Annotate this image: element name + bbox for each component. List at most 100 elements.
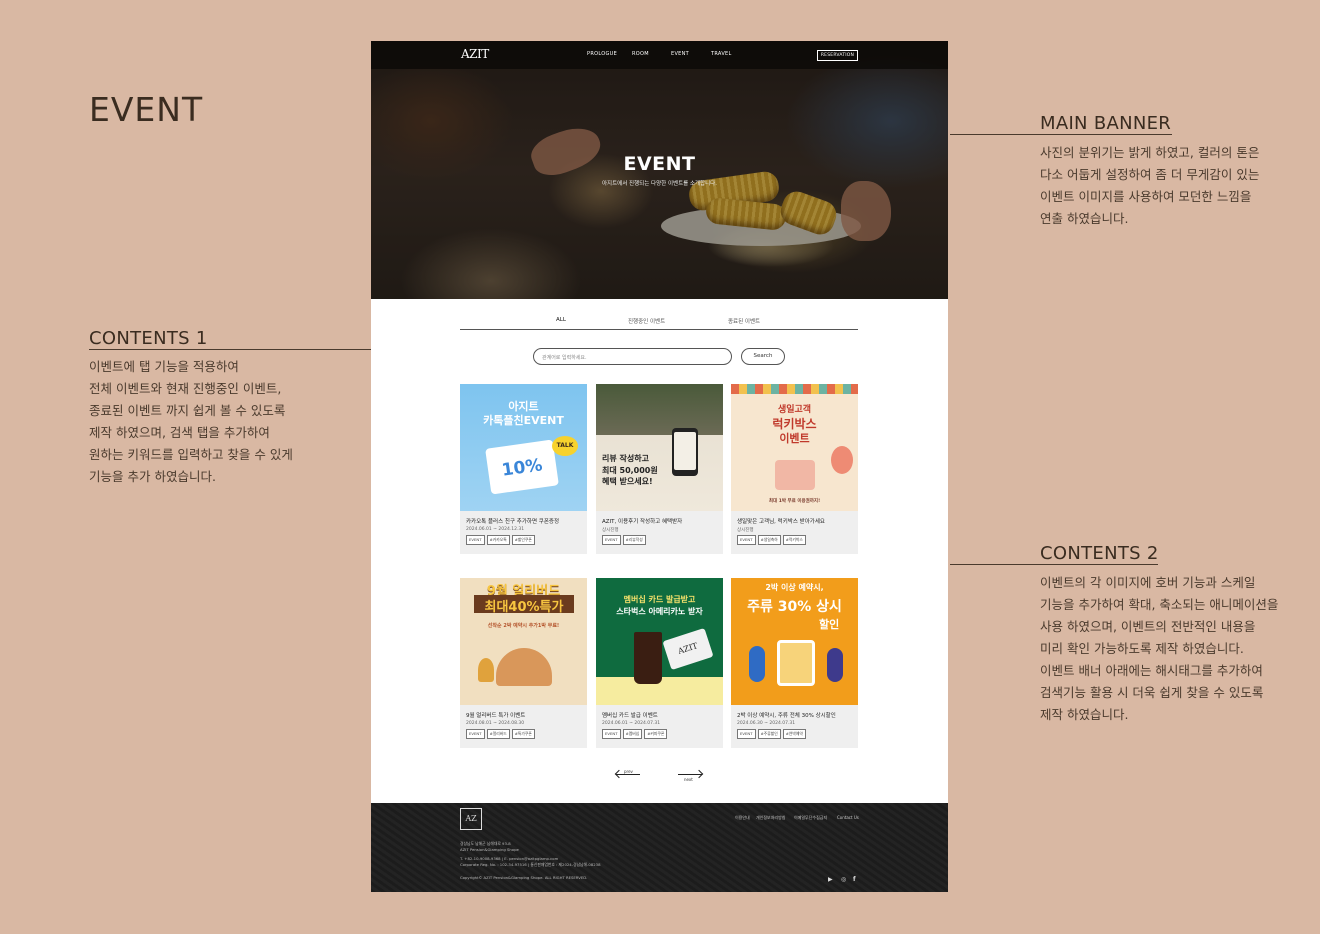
card-image-text: 혜택 받으세요! — [602, 477, 653, 486]
hashtag[interactable]: #럭키박스 — [782, 535, 806, 545]
site-logo[interactable]: AZIT — [461, 47, 489, 61]
event-card-tags: EVENT #생일축하 #럭키박스 — [737, 535, 806, 545]
event-card-title: 카카오톡 플러스 친구 추가하면 쿠폰증정 — [466, 519, 560, 525]
event-card-image: 생일고객 럭키박스 이벤트 최대 1박 무료 이용권까지! — [731, 384, 858, 511]
footer-link-privacy[interactable]: 개인정보처리방침 — [756, 815, 785, 821]
tent-image — [496, 648, 552, 686]
hashtag[interactable]: #주류할인 — [757, 729, 781, 739]
card-image-text: 최대 1박 무료 이용권까지! — [768, 499, 821, 504]
hashtag[interactable]: #연박예약 — [782, 729, 806, 739]
card-image-text: 최대 50,000원 — [602, 466, 658, 475]
membership-card-image: AZIT — [662, 627, 714, 671]
event-card-tags: EVENT #카카오톡 #할인쿠폰 — [466, 535, 535, 545]
note-title-contents-2: CONTENTS 2 — [1040, 543, 1159, 564]
hashtag[interactable]: #얼리버드 — [486, 729, 510, 739]
event-card-image: 아지트 카톡플친EVENT 10% TALK — [460, 384, 587, 511]
event-card-tags: EVENT #리뷰작성 — [602, 535, 646, 545]
footer-link-contact[interactable]: Contact Us — [837, 815, 859, 820]
hashtag[interactable]: EVENT — [737, 535, 756, 545]
event-card-title: 2박 이상 예약시, 주류 전체 30% 상시할인 — [737, 713, 836, 719]
event-card-date: 상시진행 — [602, 528, 619, 533]
talk-badge: TALK — [552, 436, 578, 456]
event-card-title: AZIT, 이용후기 작성하고 혜택받자 — [602, 519, 683, 525]
site-footer: AZ 이용안내 개인정보처리방침 이메일무단수집금지 Contact Us 경상… — [371, 803, 948, 892]
price-banner: 최대40%특가 — [474, 595, 574, 615]
event-card-tags: EVENT #멤버십 #커피쿠폰 — [602, 729, 668, 739]
event-card[interactable]: 아지트 카톡플친EVENT 10% TALK 카카오톡 플러스 친구 추가하면 … — [460, 384, 587, 554]
card-image-text: 2박 이상 예약시, — [765, 583, 824, 592]
facebook-icon[interactable]: f — [853, 876, 856, 883]
hero-subtitle: 아지트에서 진행되는 다양한 이벤트를 소개합니다. — [601, 181, 717, 187]
nav-item-prologue[interactable]: PROLOGUE — [587, 51, 617, 57]
coupon-image: 10% — [485, 439, 559, 495]
hashtag[interactable]: #커피쿠폰 — [644, 729, 668, 739]
balloon-image — [831, 446, 853, 474]
hashtag[interactable]: EVENT — [602, 535, 621, 545]
event-card[interactable]: 9월 얼리버드 최대40%특가 선착순 2박 예약시 추가1박 무료! 9월 얼… — [460, 578, 587, 748]
footer-registration: Corporate Reg. No. : 102-34-97516 | 통신판매… — [460, 862, 601, 867]
event-card[interactable]: 리뷰 작성하고 최대 50,000원 혜택 받으세요! AZIT, 이용후기 작… — [596, 384, 723, 554]
tab-ended[interactable]: 종료된 이벤트 — [728, 317, 760, 325]
note-body-contents-1: 이벤트에 탭 기능을 적용하여 전체 이벤트와 현재 진행중인 이벤트, 종료된… — [89, 359, 293, 484]
card-image-text: 선착순 2박 예약시 추가1박 무료! — [487, 623, 560, 629]
event-card-title: 생일맞은 고객님, 럭키박스 받아가세요 — [737, 519, 825, 525]
event-card-image: 9월 얼리버드 최대40%특가 선착순 2박 예약시 추가1박 무료! — [460, 578, 587, 705]
footer-contact: T. +82-10-9008-9368 | E. pension@azitpgl… — [460, 856, 559, 861]
hashtag[interactable]: EVENT — [602, 729, 621, 739]
hashtag[interactable]: #생일축하 — [757, 535, 781, 545]
tree-image — [478, 658, 494, 682]
note-divider — [89, 349, 371, 350]
nav-item-room[interactable]: ROOM — [632, 51, 649, 57]
hashtag[interactable]: EVENT — [466, 729, 485, 739]
note-body-contents-2: 이벤트의 각 이미지에 호버 기능과 스케일 기능을 추가하여 확대, 축소되는… — [1040, 575, 1279, 722]
card-image-text: 멤버십 카드 발급받고 — [623, 595, 696, 604]
top-nav: AZIT PROLOGUE ROOM EVENT TRAVEL RESERVAT… — [371, 41, 948, 69]
page-heading: EVENT — [89, 90, 204, 129]
reservation-button[interactable]: RESERVATION — [817, 50, 858, 61]
hashtag[interactable]: #리뷰작성 — [622, 535, 646, 545]
hashtag[interactable]: #멤버십 — [622, 729, 643, 739]
hero-title: EVENT — [623, 153, 696, 175]
hashtag[interactable]: #특가쿠폰 — [511, 729, 535, 739]
note-divider — [950, 564, 1158, 565]
tab-ongoing[interactable]: 진행중인 이벤트 — [628, 317, 665, 325]
hashtag[interactable]: EVENT — [737, 729, 756, 739]
cake-image — [775, 460, 815, 490]
event-card[interactable]: 멤버십 카드 발급받고 스타벅스 아메리카노 받자 AZIT 멤버십 카드 발급… — [596, 578, 723, 748]
event-card-tags: EVENT #주류할인 #연박예약 — [737, 729, 806, 739]
phone-image — [672, 428, 698, 476]
footer-link-guide[interactable]: 이용안내 — [735, 815, 750, 821]
event-card-image: 리뷰 작성하고 최대 50,000원 혜택 받으세요! — [596, 384, 723, 511]
event-card[interactable]: 생일고객 럭키박스 이벤트 최대 1박 무료 이용권까지! 생일맞은 고객님, … — [731, 384, 858, 554]
card-image-text: 생일고객 — [777, 405, 812, 415]
youtube-icon[interactable]: ▶ — [828, 876, 833, 883]
event-card-date: 2024.06.30 ~ 2024.07.31 — [737, 721, 796, 726]
next-arrow-head-icon — [694, 769, 704, 779]
event-card-image: 멤버십 카드 발급받고 스타벅스 아메리카노 받자 AZIT — [596, 578, 723, 705]
search-button[interactable]: Search — [741, 348, 785, 365]
card-image-text: 할인 — [819, 618, 840, 631]
tab-all[interactable]: ALL — [556, 317, 566, 323]
nav-item-travel[interactable]: TRAVEL — [711, 51, 732, 57]
website-mockup: AZIT PROLOGUE ROOM EVENT TRAVEL RESERVAT… — [371, 41, 948, 892]
pager-next-label: next — [684, 777, 693, 782]
card-image-text: 최대40%특가 — [484, 600, 564, 615]
bunting-image — [731, 384, 858, 394]
event-card-title: 멤버십 카드 발급 이벤트 — [602, 713, 658, 719]
note-title-contents-1: CONTENTS 1 — [89, 328, 208, 349]
event-card-date: 상시진행 — [737, 528, 754, 533]
prev-arrow-head-icon — [614, 769, 624, 779]
footer-link-email[interactable]: 이메일무단수집금지 — [794, 815, 827, 821]
hashtag[interactable]: #할인쿠폰 — [511, 535, 535, 545]
hashtag[interactable]: EVENT — [466, 535, 485, 545]
event-tabs: ALL 진행중인 이벤트 종료된 이벤트 — [460, 313, 858, 330]
hashtag[interactable]: #카카오톡 — [486, 535, 510, 545]
nav-item-event[interactable]: EVENT — [671, 51, 689, 57]
coffee-cup-image — [634, 632, 662, 684]
footer-logo[interactable]: AZ — [460, 808, 482, 830]
note-title-main-banner: MAIN BANNER — [1040, 113, 1172, 134]
note-divider — [950, 134, 1172, 135]
instagram-icon[interactable]: ◎ — [841, 876, 846, 883]
event-card[interactable]: 2박 이상 예약시, 주류 30% 상시 할인 2박 이상 예약시, 주류 전체… — [731, 578, 858, 748]
search-input[interactable]: 관계어로 입력하세요. — [533, 348, 732, 365]
